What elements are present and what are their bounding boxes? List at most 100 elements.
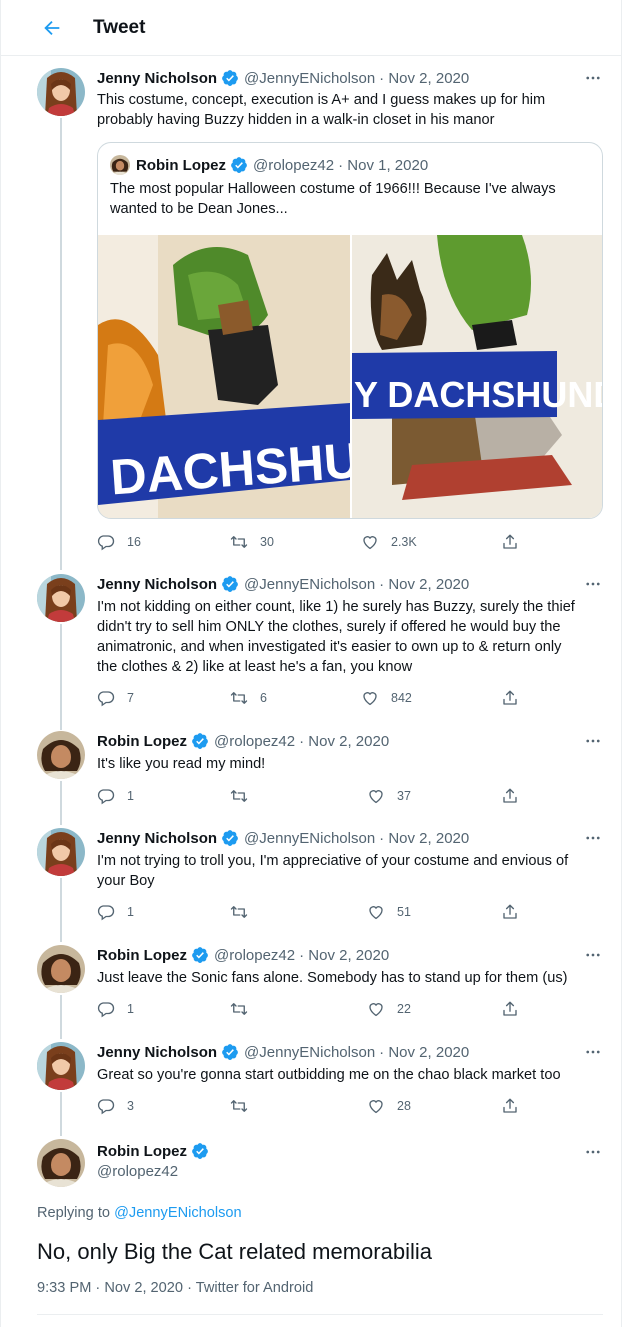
retweet-button[interactable] [230, 901, 260, 923]
author-name[interactable]: Robin Lopez [97, 1143, 187, 1160]
like-button[interactable]: 2.3K [361, 531, 417, 553]
reply-count: 1 [127, 1002, 134, 1016]
reply-button[interactable]: 7 [97, 687, 134, 709]
retweet-button[interactable]: 30 [230, 531, 274, 553]
robin-avatar-image [110, 155, 130, 175]
tweet-text-line: I'm not trying to troll you, I'm appreci… [97, 853, 569, 869]
author-handle[interactable]: @rolopez42 [97, 1163, 178, 1180]
share-button[interactable] [501, 531, 531, 553]
more-options-icon[interactable] [581, 945, 605, 965]
author-name[interactable]: Jenny Nicholson [97, 830, 217, 847]
thread-line [60, 878, 62, 942]
like-button[interactable]: 28 [367, 1095, 411, 1117]
more-options-icon[interactable] [581, 828, 605, 848]
tweet-date[interactable]: · Nov 2, 2020 [379, 70, 469, 87]
tweet-text: I'm not trying to troll you, I'm appreci… [97, 851, 597, 891]
share-button[interactable] [501, 901, 531, 923]
reply-button[interactable]: 1 [97, 785, 134, 807]
tweet-date[interactable]: · Nov 2, 2020 [379, 576, 469, 593]
author-handle[interactable]: @JennyENicholson [244, 830, 375, 847]
avatar[interactable] [37, 1139, 85, 1187]
reply-button[interactable]: 1 [97, 998, 134, 1020]
verified-badge-icon [222, 70, 238, 86]
thread-line [60, 118, 62, 570]
retweet-button[interactable]: 6 [230, 687, 267, 709]
quoted-image-right[interactable]: Y DACHSHUND [352, 235, 602, 518]
retweet-button[interactable] [230, 785, 260, 807]
share-icon [503, 1098, 517, 1113]
reply-button[interactable]: 16 [97, 531, 141, 553]
avatar[interactable] [37, 574, 85, 622]
author-handle[interactable]: @JennyENicholson [244, 70, 375, 87]
robin-avatar-image [37, 945, 85, 993]
share-button[interactable] [501, 785, 531, 807]
share-button[interactable] [501, 998, 531, 1020]
tweet-text-line: It's like you read my mind! [97, 756, 266, 772]
reply-icon [97, 1099, 115, 1115]
like-count: 37 [397, 789, 411, 803]
retweet-button[interactable] [230, 1095, 260, 1117]
retweet-count: 30 [260, 535, 274, 549]
like-button[interactable]: 22 [367, 998, 411, 1020]
tweet-date[interactable]: · Nov 2, 2020 [299, 947, 389, 964]
like-button[interactable]: 37 [367, 785, 411, 807]
author-name[interactable]: Jenny Nicholson [97, 1044, 217, 1061]
author-handle[interactable]: @JennyENicholson [244, 1044, 375, 1061]
more-options-icon[interactable] [581, 574, 605, 594]
tweet-date[interactable]: · Nov 2, 2020 [379, 830, 469, 847]
jenny-avatar-image [37, 68, 85, 116]
focused-author[interactable]: Robin Lopez [97, 1142, 214, 1160]
quoted-image-left[interactable]: DACHSHUN [98, 235, 350, 518]
like-count: 28 [397, 1099, 411, 1113]
retweet-icon [230, 790, 248, 802]
retweet-button[interactable] [230, 998, 260, 1020]
avatar[interactable] [37, 945, 85, 993]
avatar[interactable] [37, 1042, 85, 1090]
back-button[interactable] [35, 13, 69, 43]
tweet-timestamp[interactable]: 9:33 PM · Nov 2, 2020 · Twitter for Andr… [37, 1280, 313, 1296]
tweet-text-line: the clothes & 2) like at least he's a fa… [97, 659, 413, 675]
movie-poster-image: Y DACHSHUND [352, 235, 602, 518]
author-name[interactable]: Robin Lopez [97, 733, 187, 750]
author-name[interactable]: Jenny Nicholson [97, 576, 217, 593]
author-handle[interactable]: @rolopez42 [214, 733, 295, 750]
ellipsis-icon [586, 739, 600, 743]
avatar[interactable] [37, 731, 85, 779]
replying-to-link[interactable]: @JennyENicholson [114, 1205, 242, 1221]
share-button[interactable] [501, 1095, 531, 1117]
reply-icon [97, 905, 115, 921]
page-title: Tweet [93, 17, 146, 38]
author-handle[interactable]: @rolopez42 [214, 947, 295, 964]
author-handle[interactable]: @JennyENicholson [244, 576, 375, 593]
ellipsis-icon [586, 1150, 600, 1154]
heart-icon [369, 1100, 383, 1114]
more-options-icon[interactable] [581, 1142, 605, 1162]
costume-photo-image: DACHSHUN [98, 235, 350, 518]
verified-badge-icon [222, 1044, 238, 1060]
more-options-icon[interactable] [581, 731, 605, 751]
thread-line [60, 781, 62, 825]
like-button[interactable]: 51 [367, 901, 411, 923]
reply-button[interactable]: 1 [97, 901, 134, 923]
author-name[interactable]: Jenny Nicholson [97, 70, 217, 87]
replying-to: Replying to @JennyENicholson [37, 1205, 242, 1221]
like-button[interactable]: 842 [361, 687, 412, 709]
reply-button[interactable]: 3 [97, 1095, 134, 1117]
replying-to-label: Replying to [37, 1205, 115, 1221]
share-button[interactable] [501, 687, 531, 709]
tweet-text-line: your Boy [97, 873, 155, 889]
tweet-date[interactable]: · Nov 2, 2020 [379, 1044, 469, 1061]
author-name[interactable]: Robin Lopez [97, 947, 187, 964]
reply-icon [97, 789, 115, 805]
avatar[interactable] [37, 828, 85, 876]
more-options-icon[interactable] [581, 68, 605, 88]
avatar[interactable] [37, 68, 85, 116]
ellipsis-icon [586, 1050, 600, 1054]
heart-icon [369, 906, 383, 920]
tweet-date[interactable]: · Nov 2, 2020 [299, 733, 389, 750]
more-options-icon[interactable] [581, 1042, 605, 1062]
tweet-actions: 1 37 [97, 785, 537, 807]
thread-line [60, 995, 62, 1039]
tweet-actions: 1 51 [97, 901, 537, 923]
quoted-tweet[interactable]: Robin Lopez @rolopez42 · Nov 1, 2020 The… [97, 142, 603, 519]
